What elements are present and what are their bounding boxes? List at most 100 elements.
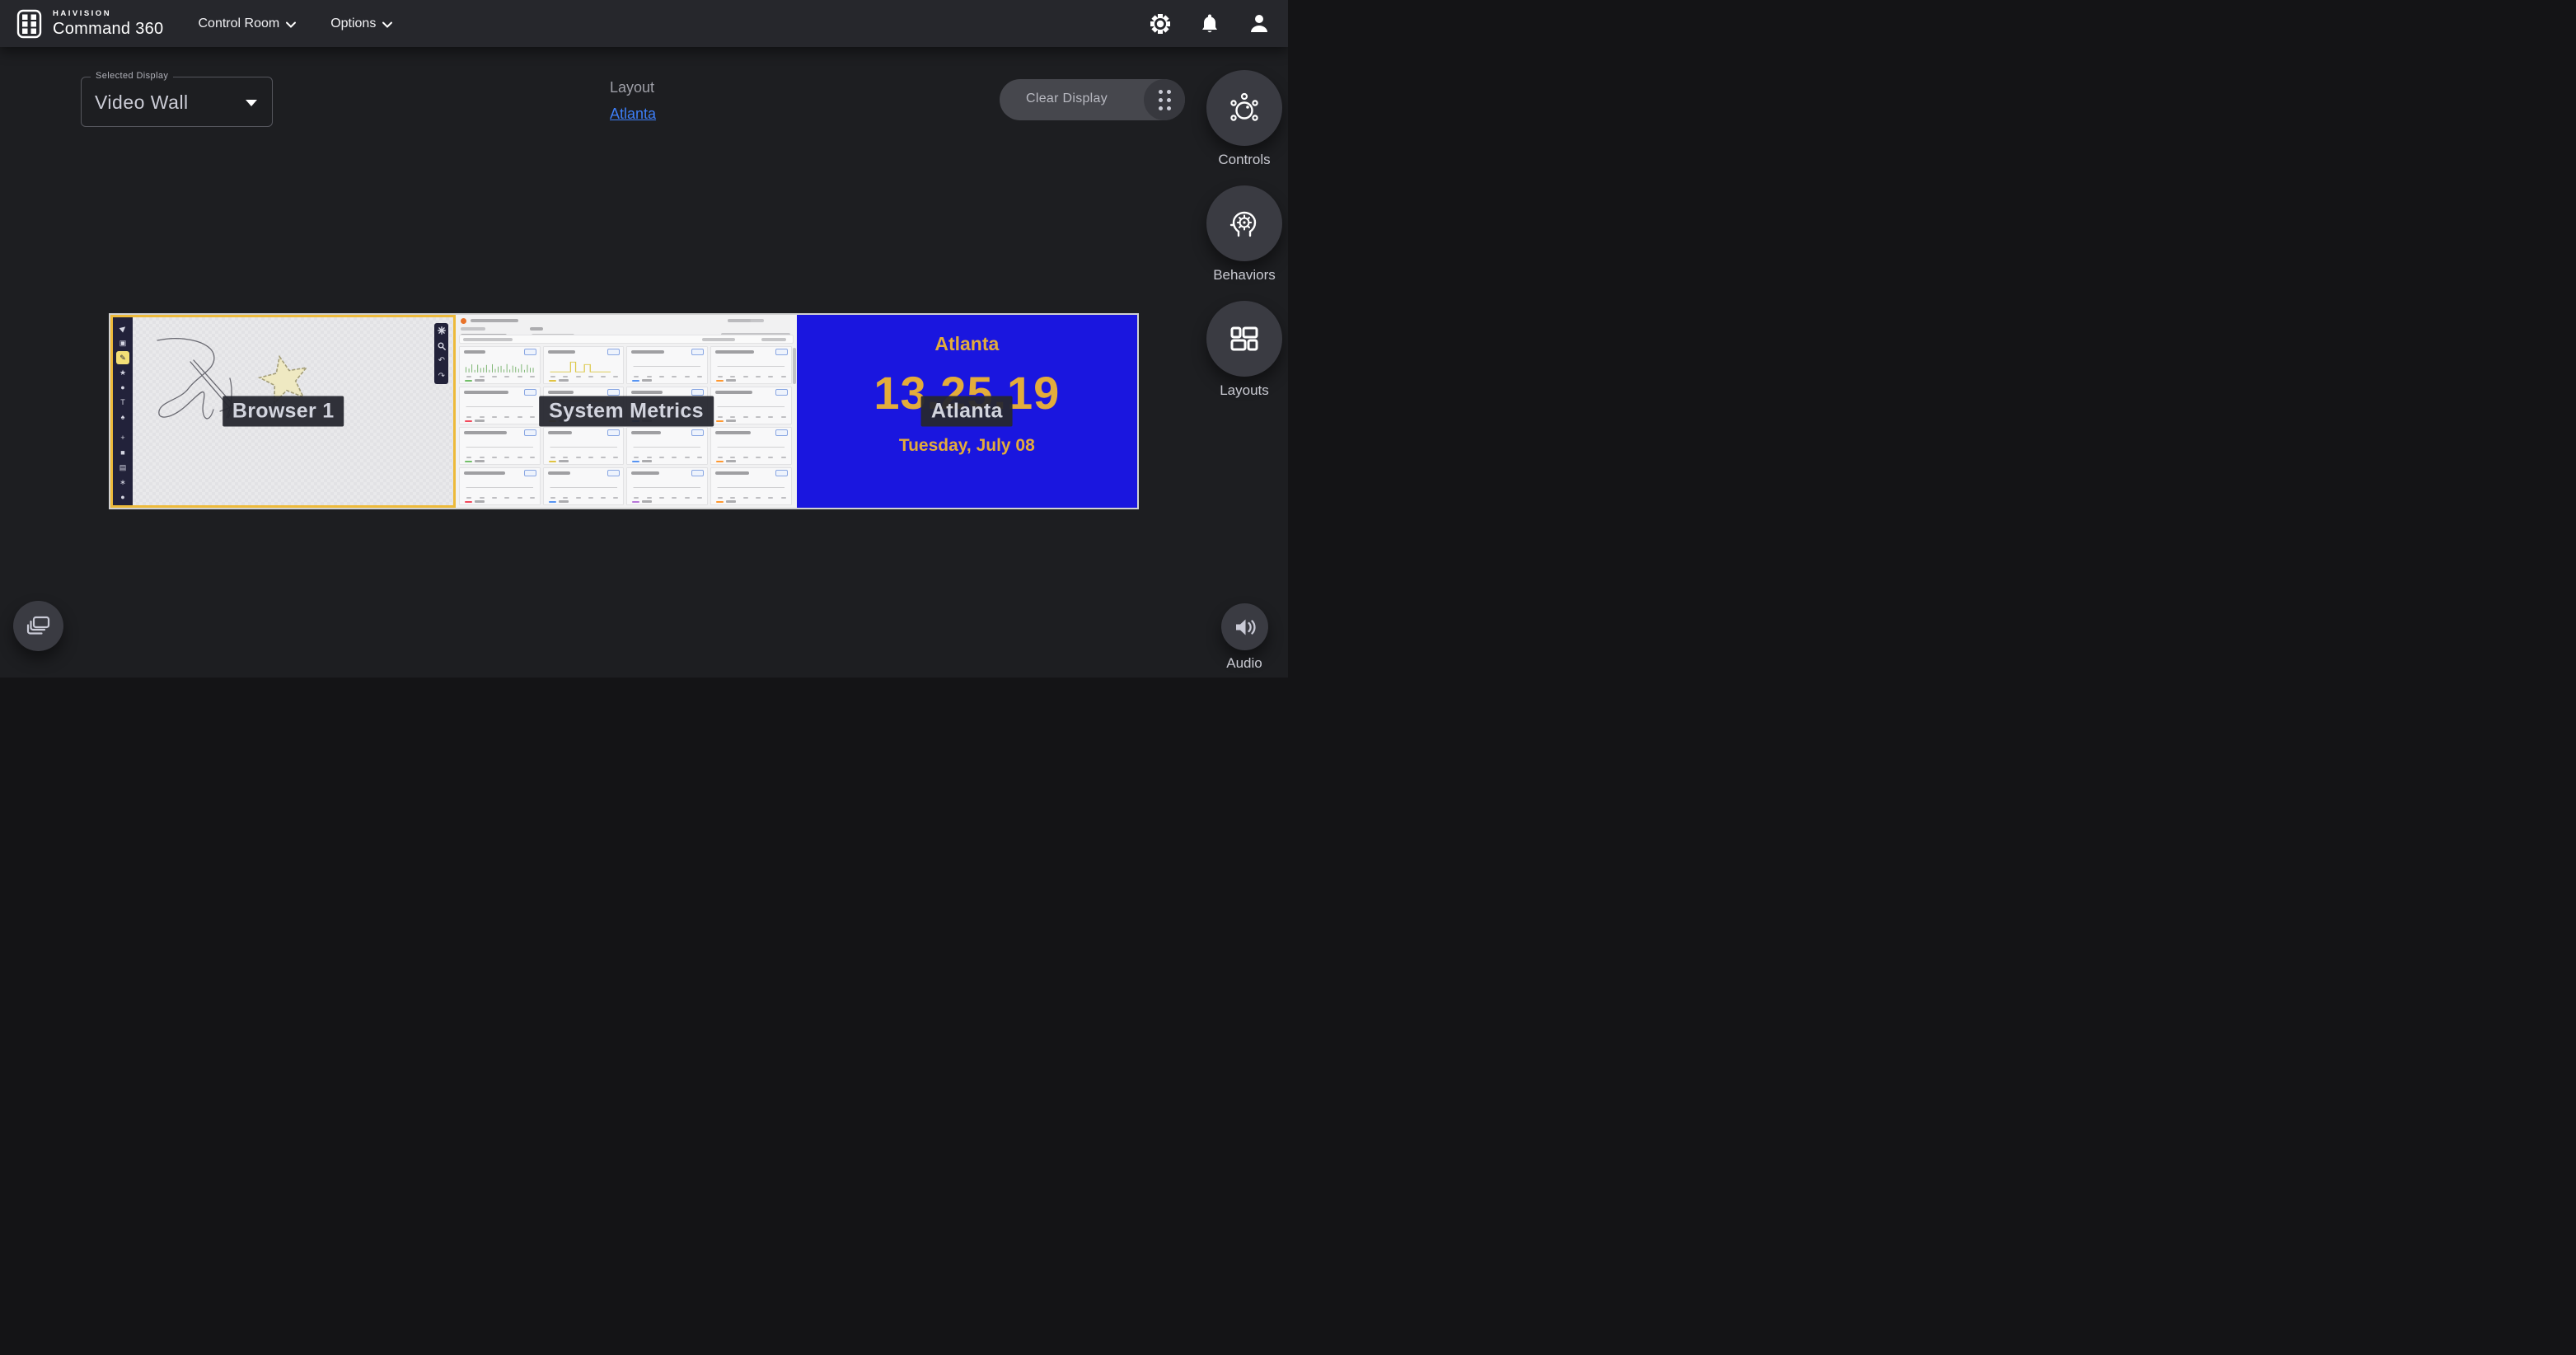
selected-display-label: Selected Display bbox=[91, 71, 173, 81]
audio-label: Audio bbox=[1187, 655, 1288, 672]
metric-panel bbox=[459, 387, 541, 424]
layout-atlanta-link[interactable]: Atlanta bbox=[610, 105, 656, 123]
panel-label-atlanta: Atlanta bbox=[921, 396, 1013, 427]
selected-display-dropdown[interactable]: Selected Display Video Wall bbox=[81, 77, 273, 127]
panel-label-browser1: Browser 1 bbox=[222, 396, 344, 427]
clock-date: Tuesday, July 08 bbox=[899, 436, 1035, 456]
metric-panel bbox=[543, 467, 625, 505]
wall-panel-system-metrics[interactable]: System Metrics bbox=[456, 315, 796, 508]
menu-options-label: Options bbox=[330, 16, 376, 31]
metric-panel-badge bbox=[691, 389, 704, 396]
metric-panel bbox=[543, 427, 625, 465]
chevron-down-icon bbox=[286, 21, 296, 28]
pencil-tool-icon-selected: ✎ bbox=[116, 351, 129, 364]
audio-button[interactable] bbox=[1221, 603, 1268, 650]
behaviors-brain-gear-icon bbox=[1225, 204, 1263, 242]
text-tool-icon: T bbox=[116, 396, 129, 409]
layout-heading: Layout bbox=[610, 79, 656, 96]
layout-section: Layout Atlanta bbox=[610, 79, 656, 123]
whiteboard-toolbar: ▶ ▣ ✎ ★ ● T ♠ + ■ ▤ ∗ ● bbox=[113, 317, 133, 505]
controls-label: Controls bbox=[1187, 152, 1288, 168]
wall-panel-browser1[interactable]: ▶ ▣ ✎ ★ ● T ♠ + ■ ▤ ∗ ● bbox=[110, 315, 456, 508]
dropdown-caret-icon bbox=[246, 100, 257, 106]
frame-tool-icon: ▣ bbox=[116, 336, 129, 349]
clear-display-button[interactable]: Clear Display bbox=[1000, 79, 1185, 120]
command360-app: HAIVISION Command 360 Control Room Optio… bbox=[0, 0, 1288, 678]
settings-button[interactable] bbox=[1150, 13, 1171, 35]
user-menu-button[interactable] bbox=[1248, 13, 1270, 35]
drag-dots-icon bbox=[1159, 90, 1171, 110]
metric-panel bbox=[543, 346, 625, 384]
layouts-label: Layouts bbox=[1187, 382, 1288, 399]
whiteboard-zoom-toolbar: ↶ ↷ bbox=[434, 323, 448, 384]
fit-view-icon bbox=[438, 326, 446, 335]
metric-panel-badge bbox=[775, 470, 788, 476]
metric-panel-badge bbox=[775, 429, 788, 436]
metric-panel-badge bbox=[607, 389, 620, 396]
metric-panel-badge bbox=[524, 349, 536, 355]
speaker-icon bbox=[1234, 617, 1257, 638]
chevron-down-icon bbox=[382, 21, 392, 28]
metric-panel-badge bbox=[775, 389, 788, 396]
top-bar: HAIVISION Command 360 Control Room Optio… bbox=[0, 0, 1288, 47]
cursor-tool-icon: ▶ bbox=[116, 321, 129, 335]
stack-icon bbox=[26, 615, 51, 638]
video-wall-preview: ▶ ▣ ✎ ★ ● T ♠ + ■ ▤ ∗ ● bbox=[109, 313, 1139, 509]
metric-panel-badge bbox=[607, 429, 620, 436]
bell-icon bbox=[1200, 13, 1220, 35]
magnifier-icon bbox=[438, 342, 446, 350]
behaviors-label: Behaviors bbox=[1187, 267, 1288, 284]
metric-panel-badge bbox=[524, 429, 536, 436]
product-name: Command 360 bbox=[53, 21, 163, 37]
selected-display-value: Video Wall bbox=[95, 91, 189, 114]
dashboard-logo-icon bbox=[461, 318, 466, 324]
metric-panel bbox=[459, 467, 541, 505]
layouts-button[interactable] bbox=[1206, 301, 1282, 377]
metric-panel bbox=[459, 427, 541, 465]
brand-name: HAIVISION bbox=[53, 10, 163, 18]
menu-options[interactable]: Options bbox=[330, 16, 392, 31]
metric-panel bbox=[626, 467, 708, 505]
add-tool-icon: + bbox=[116, 431, 129, 444]
notifications-button[interactable] bbox=[1199, 13, 1220, 35]
metric-panel bbox=[710, 387, 792, 424]
clear-display-label: Clear Display bbox=[1026, 91, 1108, 106]
spade-tool-icon: ♠ bbox=[116, 410, 129, 424]
metric-panel bbox=[710, 346, 792, 384]
drag-handle[interactable] bbox=[1144, 79, 1185, 120]
metric-panel bbox=[710, 467, 792, 505]
layers-tool-icon: ▤ bbox=[116, 461, 129, 474]
menu-control-room[interactable]: Control Room bbox=[198, 16, 296, 31]
metric-panel-badge bbox=[607, 349, 620, 355]
metric-panel-badge bbox=[524, 470, 536, 476]
wall-panel-atlanta-clock[interactable]: Atlanta 13.25.19 Tuesday, July 08 Atlant… bbox=[797, 315, 1137, 508]
scenes-stack-button[interactable] bbox=[13, 601, 63, 651]
command360-logo-icon bbox=[15, 9, 44, 39]
metric-panel-badge bbox=[775, 349, 788, 355]
dashboard-scrollbar[interactable] bbox=[793, 348, 796, 384]
shape-tool-icon: ● bbox=[116, 381, 129, 394]
shape2-tool-icon: ● bbox=[116, 490, 129, 504]
controls-icon bbox=[1226, 90, 1262, 126]
share-tool-icon: ∗ bbox=[116, 476, 129, 489]
metric-panel-badge bbox=[691, 429, 704, 436]
metric-panel bbox=[710, 427, 792, 465]
menu-control-room-label: Control Room bbox=[198, 16, 279, 31]
square-tool-icon: ■ bbox=[116, 446, 129, 459]
metric-panel bbox=[626, 346, 708, 384]
metric-panel-badge bbox=[691, 470, 704, 476]
gear-icon bbox=[1150, 13, 1171, 35]
metric-panel bbox=[459, 346, 541, 384]
metric-panel bbox=[626, 427, 708, 465]
metric-panel-badge bbox=[607, 470, 620, 476]
undo-icon: ↶ bbox=[438, 357, 445, 365]
behaviors-button[interactable] bbox=[1206, 185, 1282, 261]
user-icon bbox=[1249, 13, 1269, 35]
dashboard-search-row bbox=[459, 335, 793, 344]
star-tool-icon: ★ bbox=[116, 366, 129, 379]
controls-button[interactable] bbox=[1206, 70, 1282, 146]
haivision-logo[interactable]: HAIVISION Command 360 bbox=[15, 9, 163, 39]
metric-panel-badge bbox=[691, 349, 704, 355]
redo-icon: ↷ bbox=[438, 373, 445, 381]
metric-panel-badge bbox=[524, 389, 536, 396]
